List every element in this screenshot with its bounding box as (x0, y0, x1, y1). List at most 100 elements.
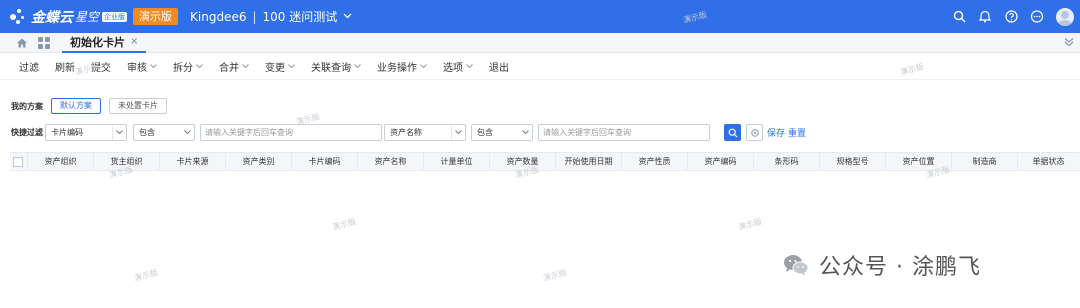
avatar[interactable] (1056, 7, 1074, 26)
toolbar-item-label: 过滤 (19, 62, 39, 74)
toolbar-item-label: 拆分 (173, 62, 193, 74)
filter-keyword-input-2[interactable]: 请输入关键字后回车查询 (538, 124, 710, 141)
chevron-down-icon (518, 125, 532, 140)
toolbar-item[interactable]: 审核 (127, 59, 157, 74)
quick-filter-row: 快捷过滤 卡片编码 包含 请输入关键字后回车查询 资产名称 包含 请输入关键字后… (11, 124, 1080, 142)
tab-initial-card[interactable]: 初始化卡片 × (62, 33, 147, 53)
chevron-down-icon (150, 62, 157, 71)
toolbar-item[interactable]: 刷新 (55, 59, 75, 74)
column-header[interactable]: 制造商 (951, 153, 1017, 170)
column-header[interactable]: 计量单位 (423, 153, 489, 170)
column-header[interactable]: 条形码 (753, 153, 819, 170)
column-header[interactable]: 卡片来源 (159, 153, 225, 170)
wechat-icon (783, 253, 809, 277)
grid-header: 资产组织 货主组织 卡片来源 资产类别 卡片编码 资产名称 计量单位 资产数量 开始使用日期 资产… (10, 152, 1080, 171)
toolbar-item-label: 变更 (265, 62, 285, 74)
settings-button[interactable] (746, 124, 763, 141)
chevron-down-icon (466, 62, 473, 71)
toolbar-item-label: 刷新 (55, 62, 75, 74)
column-header[interactable]: 资产编码 (687, 153, 753, 170)
tab-bar: 初始化卡片 × (0, 33, 1080, 53)
chevron-down-icon (112, 125, 126, 140)
watermark: 演示版 (737, 217, 763, 232)
watermark: 演示版 (331, 217, 357, 232)
chevron-down-icon (180, 125, 194, 140)
toolbar-item[interactable]: 选项 (443, 59, 473, 74)
default-scheme-button[interactable]: 默认方案 (51, 98, 101, 114)
toolbar-item-label: 关联查询 (311, 62, 351, 74)
watermark: 演示版 (133, 268, 159, 283)
bell-icon[interactable] (978, 10, 992, 24)
toolbar-item[interactable]: 关联查询 (311, 59, 361, 74)
toolbar-item-label: 业务操作 (377, 62, 417, 74)
edition-badge: 企业版 (102, 11, 128, 22)
save-link[interactable]: 保存 (767, 126, 785, 139)
select-all-checkbox[interactable] (13, 157, 23, 167)
filter-operator-select-2[interactable]: 包含 (471, 124, 533, 141)
column-header[interactable]: 资产类别 (225, 153, 291, 170)
scheme-label: 我的方案 (11, 101, 43, 111)
chevron-down-icon (196, 62, 203, 71)
column-header[interactable]: 资产名称 (357, 153, 423, 170)
filter-operator-value-2: 包含 (477, 128, 493, 137)
search-icon[interactable] (952, 10, 966, 24)
tenant-selector[interactable]: 100 迷问测试 (263, 8, 338, 25)
toolbar-item[interactable]: 拆分 (173, 59, 203, 74)
chevron-down-icon (420, 62, 427, 71)
footer-account-name: 公众号 · 涂鹏飞 (819, 255, 981, 280)
search-icon (728, 128, 737, 137)
filter-field-select-1[interactable]: 卡片编码 (45, 124, 127, 141)
toolbar-item[interactable]: 变更 (265, 59, 295, 74)
watermark: 演示版 (542, 268, 568, 283)
unprocessed-card-button[interactable]: 未处置卡片 (109, 98, 167, 114)
filter-field-value-1: 卡片编码 (51, 128, 83, 137)
search-button[interactable] (724, 124, 741, 141)
column-header[interactable]: 资产性质 (621, 153, 687, 170)
filter-operator-value-1: 包含 (139, 128, 155, 137)
quick-filter-label: 快捷过滤 (11, 128, 43, 137)
double-chevron-down-icon[interactable] (1064, 36, 1074, 50)
toolbar-item[interactable]: 过滤 (19, 59, 39, 74)
tab-label: 初始化卡片 (70, 35, 125, 49)
help-icon[interactable] (1004, 10, 1018, 24)
filter-keyword-input-1[interactable]: 请输入关键字后回车查询 (200, 124, 382, 141)
home-icon[interactable] (16, 37, 28, 49)
filter-operator-select-1[interactable]: 包含 (133, 124, 195, 141)
close-icon[interactable]: × (130, 36, 138, 47)
filter-placeholder-2: 请输入关键字后回车查询 (543, 128, 631, 137)
filter-placeholder-1: 请输入关键字后回车查询 (205, 128, 293, 137)
demo-badge: 演示版 (133, 8, 179, 25)
logo-icon (8, 7, 28, 27)
gear-icon (750, 128, 759, 137)
apps-grid-icon[interactable] (38, 36, 50, 49)
chevron-down-icon (354, 62, 361, 71)
toolbar-item[interactable]: 业务操作 (377, 59, 427, 74)
toolbar-item-label: 审核 (127, 62, 147, 74)
column-header[interactable]: 规格型号 (819, 153, 885, 170)
chevron-down-icon (242, 62, 249, 71)
reset-link[interactable]: 重置 (788, 126, 806, 139)
logo-subtext: 星空 (75, 10, 100, 24)
filter-field-select-2[interactable]: 资产名称 (384, 124, 466, 141)
logo-text: 金蝶云 (31, 9, 73, 26)
toolbar-item-label: 选项 (443, 62, 463, 74)
chevron-down-icon (451, 125, 465, 140)
column-header[interactable]: 单据状态 (1017, 153, 1079, 170)
user-name[interactable]: Kingdee6 (190, 10, 246, 24)
chevron-down-icon (288, 62, 295, 71)
toolbar-item-label: 合并 (219, 62, 239, 74)
app-logo[interactable]: 金蝶云 星空 企业版 (8, 0, 128, 33)
chevron-down-icon[interactable] (343, 11, 352, 22)
filter-field-value-2: 资产名称 (390, 128, 422, 137)
column-header[interactable]: 卡片编码 (291, 153, 357, 170)
separator: | (252, 9, 257, 24)
toolbar-item[interactable]: 退出 (489, 59, 509, 74)
column-header[interactable]: 开始使用日期 (555, 153, 621, 170)
wechat-brand: 公众号 · 涂鹏飞 (783, 249, 981, 281)
top-bar: 金蝶云 星空 企业版 演示版 Kingdee6 | 100 迷问测试 (0, 0, 1080, 33)
column-header[interactable]: 资产组织 (27, 153, 93, 170)
message-icon[interactable] (1030, 10, 1044, 24)
scheme-row: 我的方案 默认方案 未处置卡片 (11, 97, 175, 115)
toolbar-item-label: 退出 (489, 62, 509, 74)
toolbar-item[interactable]: 合并 (219, 59, 249, 74)
